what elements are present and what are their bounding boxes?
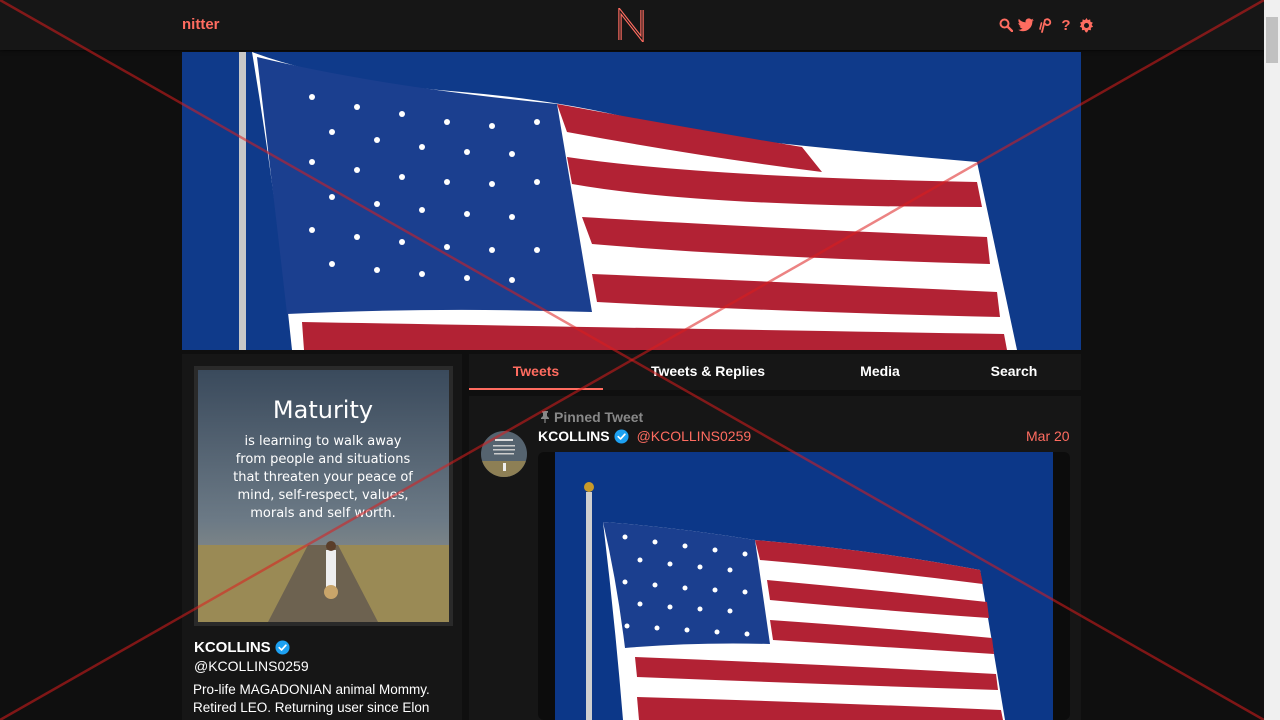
- scrollbar-thumb[interactable]: [1266, 17, 1278, 63]
- timeline-tabs: Tweets Tweets & Replies Media Search: [469, 354, 1081, 390]
- avatar-quote-line: from people and situations: [236, 452, 411, 467]
- rss-icon[interactable]: [1038, 16, 1054, 34]
- help-icon[interactable]: ?: [1058, 16, 1074, 34]
- pinned-label: Pinned Tweet: [540, 409, 643, 425]
- tab-tweets[interactable]: Tweets: [469, 363, 603, 379]
- avatar-quote-line: that threaten your peace of: [233, 470, 413, 485]
- tab-media[interactable]: Media: [839, 363, 921, 379]
- pin-icon: [541, 411, 549, 423]
- gear-icon[interactable]: [1078, 16, 1094, 34]
- pinned-label-text: Pinned Tweet: [554, 409, 644, 425]
- bio-line: Retired LEO. Returning user since Elon: [193, 700, 430, 715]
- tab-tweets-replies[interactable]: Tweets & Replies: [629, 363, 787, 379]
- twitter-bird-icon[interactable]: [1018, 16, 1034, 34]
- tweet-flag-image: [555, 452, 1053, 720]
- tweet-media-image: [555, 452, 1053, 720]
- profile-bio: Pro-life MAGADONIAN animal Mommy. Retire…: [193, 681, 453, 717]
- avatar-quote-line: is learning to walk away: [245, 434, 402, 449]
- nitter-logo-icon[interactable]: [617, 8, 645, 42]
- avatar-quote-line: morals and self worth.: [250, 506, 396, 521]
- profile-username[interactable]: @KCOLLINS0259: [194, 658, 309, 674]
- active-tab-indicator: [469, 388, 603, 390]
- profile-banner[interactable]: [182, 52, 1081, 350]
- bio-line: Pro-life MAGADONIAN animal Mommy.: [193, 682, 430, 697]
- tweet-media[interactable]: [538, 452, 1070, 720]
- avatar-quote-line: mind, self-respect, values,: [238, 488, 409, 503]
- profile-fullname[interactable]: KCOLLINS: [194, 639, 290, 656]
- profile-fullname-text[interactable]: KCOLLINS: [194, 639, 271, 656]
- navbar: nitter ?: [0, 0, 1264, 50]
- tweet-header: KCOLLINS @KCOLLINS0259: [538, 428, 751, 444]
- tweet-avatar-image: [481, 431, 527, 477]
- avatar-quote-title: Maturity: [273, 396, 373, 424]
- tweet-avatar[interactable]: [481, 431, 527, 477]
- banner-flag-image: [182, 52, 1081, 350]
- search-icon[interactable]: [998, 16, 1014, 34]
- vertical-scrollbar[interactable]: [1264, 0, 1280, 720]
- tweet-username[interactable]: @KCOLLINS0259: [637, 428, 752, 444]
- avatar-image: Maturity is learning to walk away from p…: [198, 370, 449, 622]
- brand-link[interactable]: nitter: [182, 16, 220, 33]
- verified-badge-icon: [275, 640, 290, 655]
- tab-search[interactable]: Search: [974, 363, 1054, 379]
- tweet-fullname[interactable]: KCOLLINS: [538, 428, 610, 444]
- verified-badge-icon: [614, 428, 629, 444]
- nav-icons: ?: [998, 16, 1094, 34]
- avatar[interactable]: Maturity is learning to walk away from p…: [198, 370, 449, 622]
- tweet-date[interactable]: Mar 20: [1026, 428, 1070, 444]
